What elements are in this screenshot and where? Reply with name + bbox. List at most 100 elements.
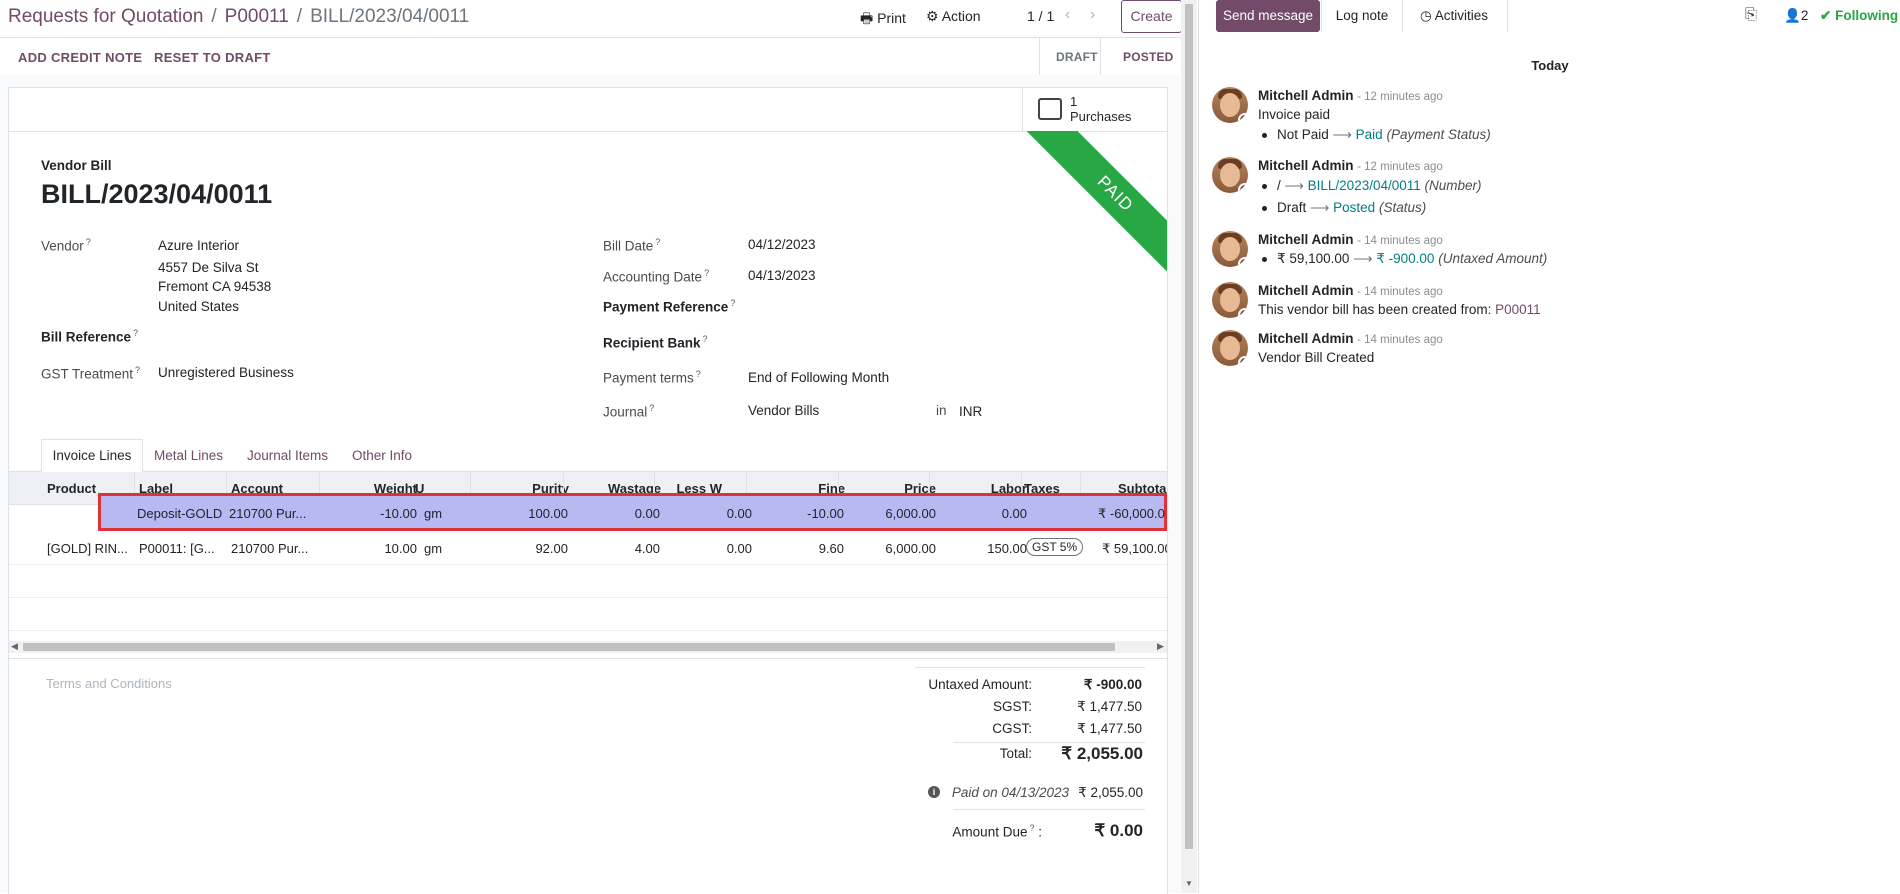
accounting-date-label: Accounting Date? xyxy=(603,268,710,285)
paperclip-icon[interactable]: ⎘ xyxy=(1745,6,1757,23)
scroll-down-icon[interactable]: ▼ xyxy=(1185,879,1193,888)
avatar[interactable] xyxy=(1212,282,1248,318)
tax-tag[interactable]: GST 5% xyxy=(1026,538,1084,556)
cell-price[interactable]: 6,000.00 xyxy=(838,541,936,556)
message-time: - 12 minutes ago xyxy=(1357,161,1443,173)
tab-invoice-lines[interactable]: Invoice Lines xyxy=(41,439,143,473)
gear-icon: ⚙ xyxy=(926,8,939,24)
activities-button[interactable]: ◷ Activities xyxy=(1401,0,1508,32)
avatar[interactable] xyxy=(1212,330,1248,366)
message-author[interactable]: Mitchell Admin xyxy=(1258,331,1354,346)
avatar[interactable] xyxy=(1212,157,1248,193)
pager-next-icon[interactable]: › xyxy=(1090,6,1095,24)
cell-uom[interactable]: gm xyxy=(424,541,442,556)
message-author[interactable]: Mitchell Admin xyxy=(1258,158,1354,173)
paid-ribbon-label: PAID xyxy=(1017,131,1167,292)
terms-and-conditions-input[interactable]: Terms and Conditions xyxy=(46,676,172,691)
sgst-label: SGST: xyxy=(992,699,1032,714)
table-horizontal-scrollbar[interactable]: ◀ ▶ xyxy=(9,641,1167,653)
scroll-left-icon[interactable]: ◀ xyxy=(11,641,18,652)
bill-date-label: Bill Date? xyxy=(603,237,661,254)
avatar[interactable] xyxy=(1212,87,1248,123)
cell-labor[interactable]: 0.00 xyxy=(929,506,1027,521)
message-body: Invoice paid xyxy=(1258,107,1331,122)
tracking-change: ₹ 59,100.00 ⟶ ₹ -900.00 (Untaxed Amount) xyxy=(1262,251,1547,267)
cell-account[interactable]: 210700 Pur... xyxy=(229,506,306,521)
date-separator: Today xyxy=(1531,58,1569,73)
cgst-label: CGST: xyxy=(992,721,1032,736)
following-button[interactable]: ✔ Following xyxy=(1820,8,1898,24)
vendor-field[interactable]: Azure Interior xyxy=(158,238,239,253)
bill-date-field[interactable]: 04/12/2023 xyxy=(748,237,816,252)
tab-journal-items[interactable]: Journal Items xyxy=(247,448,328,463)
message-author[interactable]: Mitchell Admin xyxy=(1258,88,1354,103)
send-message-button[interactable]: Send message xyxy=(1216,0,1320,32)
breadcrumb-rfq[interactable]: Requests for Quotation xyxy=(8,6,203,27)
cell-subtotal: ₹ 59,100.00 xyxy=(1102,541,1168,556)
print-button[interactable]: 🖶 Print xyxy=(860,8,906,32)
control-panel: Requests for Quotation / P00011/BILL/2023/… xyxy=(0,0,1197,38)
reset-to-draft-button[interactable]: RESET TO DRAFT xyxy=(154,50,271,65)
action-button[interactable]: ⚙ Action xyxy=(926,8,981,25)
stage-posted[interactable]: POSTED xyxy=(1123,50,1174,64)
accounting-date-field[interactable]: 04/13/2023 xyxy=(748,268,816,283)
recipient-bank-input[interactable] xyxy=(748,330,1128,350)
form-vertical-scrollbar[interactable]: ▼ xyxy=(1181,0,1197,893)
cell-weight[interactable]: 10.00 xyxy=(319,541,417,556)
followers-button[interactable]: 👤2 xyxy=(1784,8,1808,24)
cell-price[interactable]: 6,000.00 xyxy=(838,506,936,521)
payment-terms-field[interactable]: End of Following Month xyxy=(748,370,889,385)
cell-wastage[interactable]: 0.00 xyxy=(562,506,660,521)
scrollbar-thumb[interactable] xyxy=(23,643,1115,651)
status-dot xyxy=(1238,113,1248,123)
log-note-button[interactable]: Log note xyxy=(1321,0,1403,32)
vendor-address-line: 4557 De Silva St xyxy=(158,260,259,275)
amount-due-label: Amount Due? : xyxy=(952,823,1042,840)
purchases-smart-button[interactable]: 1 Purchases xyxy=(1022,88,1167,131)
recipient-bank-label: Recipient Bank? xyxy=(603,334,708,351)
pager-value[interactable]: 1 / 1 xyxy=(1027,8,1054,24)
cell-purity[interactable]: 100.00 xyxy=(470,506,568,521)
document-name: BILL/2023/04/0011 xyxy=(41,179,273,209)
avatar[interactable] xyxy=(1212,231,1248,267)
pager-prev-icon[interactable]: ‹ xyxy=(1065,6,1070,24)
journal-label: Journal? xyxy=(603,403,655,420)
message-author[interactable]: Mitchell Admin xyxy=(1258,283,1354,298)
tab-metal-lines[interactable]: Metal Lines xyxy=(154,448,223,463)
create-button[interactable]: Create xyxy=(1121,0,1182,33)
add-credit-note-button[interactable]: ADD CREDIT NOTE xyxy=(18,50,142,65)
table-row[interactable]: Deposit-GOLD 210700 Pur... -10.00 gm 100… xyxy=(98,493,1167,531)
cell-less-w[interactable]: 0.00 xyxy=(654,506,752,521)
cell-less-w[interactable]: 0.00 xyxy=(654,541,752,556)
cell-fine[interactable]: -10.00 xyxy=(746,506,844,521)
cell-wastage[interactable]: 4.00 xyxy=(562,541,660,556)
cell-label[interactable]: P00011: [G... xyxy=(139,541,215,556)
table-row[interactable]: [GOLD] RIN... P00011: [G... 210700 Pur..… xyxy=(9,531,1167,565)
scroll-right-icon[interactable]: ▶ xyxy=(1157,641,1164,652)
document-type: Vendor Bill xyxy=(41,158,112,173)
journal-field[interactable]: Vendor Bills xyxy=(748,403,819,418)
breadcrumb-po[interactable]: P00011 xyxy=(225,6,289,27)
stage-divider xyxy=(1100,38,1101,75)
tab-other-info[interactable]: Other Info xyxy=(352,448,412,463)
message-body: This vendor bill has been created from: … xyxy=(1258,302,1541,317)
cell-labor[interactable]: 150.00 xyxy=(929,541,1027,556)
message-link[interactable]: P00011 xyxy=(1495,302,1541,317)
gst-treatment-field[interactable]: Unregistered Business xyxy=(158,365,294,380)
payment-reference-input[interactable] xyxy=(748,294,1128,314)
scrollbar-thumb[interactable] xyxy=(1185,4,1193,849)
message-time: - 14 minutes ago xyxy=(1357,334,1443,346)
cell-uom[interactable]: gm xyxy=(424,506,442,521)
cell-product[interactable]: [GOLD] RIN... xyxy=(47,541,128,556)
col-product[interactable]: Product xyxy=(47,481,96,496)
stage-draft[interactable]: DRAFT xyxy=(1056,50,1098,64)
cell-account[interactable]: 210700 Pur... xyxy=(231,541,308,556)
vendor-address-line: Fremont CA 94538 xyxy=(158,279,272,294)
bill-reference-input[interactable] xyxy=(158,324,538,344)
message-author[interactable]: Mitchell Admin xyxy=(1258,232,1354,247)
cell-fine[interactable]: 9.60 xyxy=(746,541,844,556)
cell-weight[interactable]: -10.00 xyxy=(319,506,417,521)
currency-field[interactable]: INR xyxy=(959,404,982,419)
cell-purity[interactable]: 92.00 xyxy=(470,541,568,556)
cell-label[interactable]: Deposit-GOLD xyxy=(137,506,222,521)
